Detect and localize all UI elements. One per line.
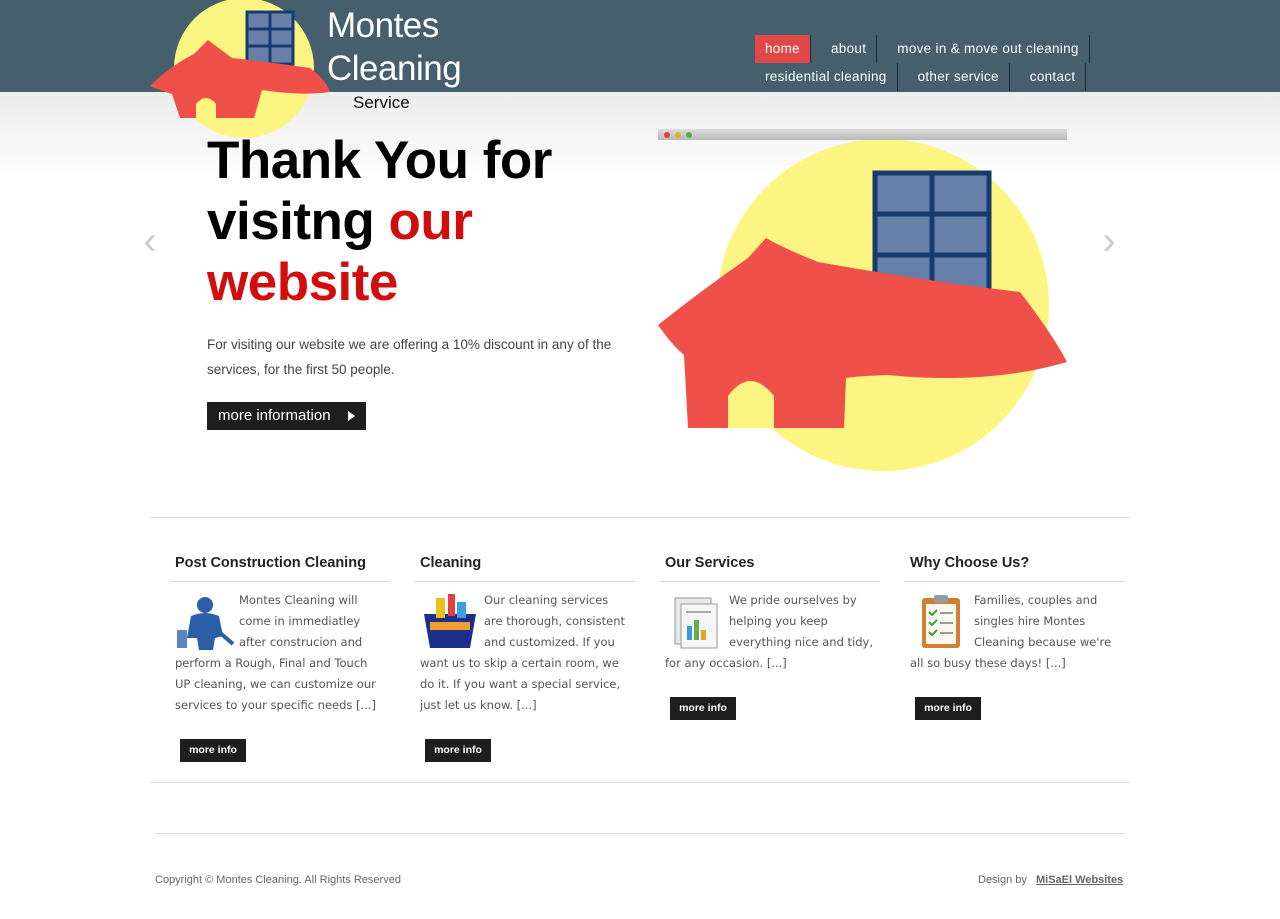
- column-body: Our cleaning services are thorough, cons…: [415, 582, 635, 716]
- hero-headline-black: Thank You for visitng: [207, 131, 552, 251]
- footer-design-by: Design by: [978, 874, 1027, 886]
- close-dot-icon: [664, 132, 670, 138]
- nav-home[interactable]: home: [755, 35, 811, 63]
- divider-middle: [150, 782, 1130, 783]
- feature-column-post-construction: Post Construction Cleaning Montes Cleani…: [170, 555, 390, 716]
- minimize-dot-icon: [675, 132, 681, 138]
- logo-line-1: Montes: [327, 6, 439, 45]
- hero-headline: Thank You for visitng our website: [207, 130, 647, 313]
- clipboard-icon: [922, 595, 960, 648]
- house-logo-large-icon: [658, 140, 1067, 471]
- report-icon: [674, 597, 718, 649]
- more-information-button[interactable]: more information: [207, 402, 366, 430]
- more-info-button-post-construction[interactable]: more info: [180, 739, 246, 762]
- nav-about[interactable]: about: [811, 35, 878, 63]
- divider-footer: [155, 833, 1125, 834]
- play-arrow-icon: [348, 411, 355, 421]
- main-nav-row-2: residential cleaning other service conta…: [755, 63, 1087, 91]
- column-title: Cleaning: [415, 555, 635, 582]
- column-title: Why Choose Us?: [905, 555, 1125, 582]
- feature-column-why-choose-us: Why Choose Us? Families, couples and sin…: [905, 555, 1125, 674]
- divider-top: [150, 517, 1130, 518]
- hero-browser-image: [658, 129, 1067, 474]
- hero-description: For visiting our website we are offering…: [207, 337, 612, 377]
- footer-credit: Design by MiSaEl Websites: [978, 874, 1123, 886]
- logo-line-2: Cleaning: [327, 49, 462, 88]
- feature-column-cleaning: Cleaning Our cleaning services are thoro…: [415, 555, 635, 716]
- more-info-button-cleaning[interactable]: more info: [425, 739, 491, 762]
- column-title: Our Services: [660, 555, 880, 582]
- worker-icon: [177, 597, 235, 650]
- nav-contact[interactable]: contact: [1010, 63, 1087, 91]
- column-body: Montes Cleaning will come in immediatley…: [170, 582, 390, 716]
- maximize-dot-icon: [686, 132, 692, 138]
- footer-copyright: Copyright © Montes Cleaning. All Rights …: [155, 874, 401, 886]
- nav-move-in-move-out[interactable]: move in & move out cleaning: [877, 35, 1090, 63]
- main-nav-row-1: home about move in & move out cleaning: [755, 35, 1090, 63]
- slider-prev-arrow-icon[interactable]: ‹: [139, 221, 161, 261]
- nav-residential-cleaning[interactable]: residential cleaning: [755, 63, 898, 91]
- cleaning-supplies-icon: [424, 594, 476, 648]
- column-title: Post Construction Cleaning: [170, 555, 390, 582]
- browser-titlebar: [658, 129, 1067, 140]
- more-info-button-our-services[interactable]: more info: [670, 697, 736, 720]
- logo-text: Montes Cleaning: [327, 4, 462, 90]
- logo-subtitle: Service: [353, 93, 410, 112]
- column-body: We pride ourselves by helping you keep e…: [660, 582, 880, 674]
- designer-link[interactable]: MiSaEl Websites: [1036, 874, 1123, 886]
- column-body: Families, couples and singles hire Monte…: [905, 582, 1125, 674]
- more-information-label: more information: [218, 407, 331, 424]
- more-info-button-why-choose-us[interactable]: more info: [915, 697, 981, 720]
- slider-next-arrow-icon[interactable]: ›: [1098, 221, 1120, 261]
- nav-other-service[interactable]: other service: [898, 63, 1010, 91]
- feature-column-our-services: Our Services We pride ourselves by helpi…: [660, 555, 880, 674]
